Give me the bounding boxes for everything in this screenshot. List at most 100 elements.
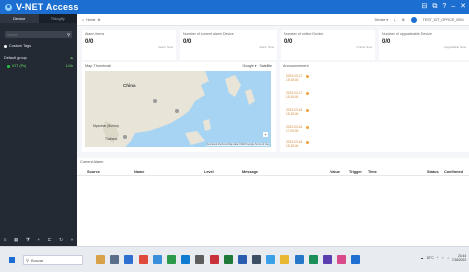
column-value[interactable]: Value [330,170,340,174]
user-name[interactable]: TEST_IOT_OFFICE_0001 [423,18,464,22]
restore-icon[interactable]: ⧉ [432,2,437,11]
clock[interactable]: 23:44 7/18/2023 [452,254,466,262]
stat-link[interactable]: Alarm Now [259,45,274,49]
announcement-dot-icon [306,141,309,144]
grid-icon[interactable]: ▦ [14,237,18,243]
column-level[interactable]: Level [204,170,214,174]
app-icon-app5[interactable] [209,255,219,264]
announcement-item[interactable]: 2023-03-17 15:18:00 [286,91,309,99]
home-icon[interactable]: ⌂ [82,18,84,22]
stat-online-device: Number of online Device 0/0 Online Now [281,30,375,60]
list-icon[interactable]: ≡ [4,237,7,243]
app-icon-app4[interactable] [195,255,205,264]
close-icon[interactable]: ✕ [460,2,466,11]
tab-device[interactable]: Device [0,14,39,23]
column-name[interactable]: Name [134,170,144,174]
link-icon[interactable]: ⊏ [48,237,52,243]
announcement-item[interactable]: 2023-03-17 15:18:00 [286,74,309,82]
filter-icon[interactable]: ⧩ [26,237,30,243]
app-icon-app7[interactable] [237,255,247,264]
map-satellite-toggle[interactable]: Satellite [260,64,272,68]
avatar[interactable] [410,16,417,23]
column-message[interactable]: Message [242,170,258,174]
column-time[interactable]: Time [368,170,377,174]
map-type-select[interactable]: Google ▾ [243,64,257,68]
stat-link[interactable]: Upgradable Now [444,45,466,49]
device-count: 1/4h [65,64,73,68]
alarm-table: Source Name Level Message Value Trigger … [77,168,469,176]
announcement-dot-icon [306,109,309,112]
layout-icon[interactable]: ⊟ [421,2,427,11]
app-icon-app11[interactable] [294,255,304,264]
windows-start-icon[interactable] [9,257,15,263]
device-menu[interactable]: Device ▾ [375,18,388,22]
device-search[interactable]: ⚲ [5,31,72,38]
app-icon-taskview[interactable] [110,255,120,264]
app-icon-app2[interactable] [166,255,176,264]
topbar-actions: Device ▾ ⤓ ⚙ TEST_IOT_OFFICE_0001 [375,16,464,23]
app-icon-chrome[interactable] [138,255,148,264]
app-icon-app6[interactable] [223,255,233,264]
announcement-item[interactable]: 2023-03-16 15:18:00 [286,140,309,148]
app-icon-app10[interactable] [280,255,290,264]
map-panel: Map Thumbnail China Myanmar (Burma) Thai… [82,62,276,152]
announcement-panel: Announcement 2023-03-17 15:18:00 2023-03… [280,62,469,152]
announcement-item[interactable]: 2023-03-16 15:18:00 [286,108,309,116]
minimize-icon[interactable]: – [451,2,455,11]
announcement-dot-icon [306,92,309,95]
help-icon[interactable]: ? [442,2,446,11]
app-icon-vnet[interactable] [351,255,361,264]
announcement-dot-icon [306,75,309,78]
taskbar-search[interactable]: ⚲ Buscar [23,255,83,265]
app-title: V-NET Access [16,2,79,12]
map-zoom-in-icon[interactable]: + [263,132,268,137]
sidebar-item-custom-tags[interactable]: Custom Tags [0,42,77,50]
app-icon-app12[interactable] [308,255,318,264]
stat-link[interactable]: Online Now [356,45,372,49]
chevron-down-icon[interactable]: ⏶ [70,56,73,60]
app-icon-app14[interactable] [337,255,347,264]
system-tray: ☁ 20°C ^ ⌔ ♪ 23:44 7/18/2023 [420,254,466,262]
map-label-myanmar: Myanmar (Burma) [93,124,119,128]
breadcrumb-home[interactable]: Home [86,18,95,22]
column-confirmed[interactable]: Confirmed [444,170,463,174]
stat-label: Number of current alarm Device [183,32,234,36]
column-trigger[interactable]: Trigger [349,170,362,174]
tag-icon [4,44,7,48]
sidebar-item-device[interactable]: IOT (Ps) 1/4h [0,62,77,70]
alarm-table-header: Source Name Level Message Value Trigger … [77,168,469,176]
tray-chevron-icon[interactable]: ^ [437,256,439,260]
tab-thingify[interactable]: Thingify [39,14,78,23]
sidebar-item-label: IOT (Ps) [12,64,27,68]
breadcrumb-add-icon[interactable]: ⊕ [97,18,100,22]
map-label-thailand: Thailand [105,137,118,141]
announcement-time: 15:18:00 [286,95,299,99]
app-icon-app8[interactable] [252,255,262,264]
announcement-item[interactable]: 2023-03-16 17:25:00 [286,125,309,133]
device-search-input[interactable] [7,32,68,37]
stat-alarm-items: Alarm Items 0/0 Alarm Now [82,30,176,60]
app-icon-app9[interactable] [266,255,276,264]
app-icon-edge[interactable] [124,255,134,264]
announcement-time: 15:18:00 [286,78,299,82]
volume-icon[interactable]: ♪ [447,256,449,260]
settings-icon[interactable]: ⚙ [402,18,405,22]
map-view[interactable]: China Myanmar (Burma) Thailand Keyboard … [85,71,271,147]
search-icon[interactable]: ⚲ [67,32,70,37]
download-icon[interactable]: ⤓ [394,18,396,22]
stat-link[interactable]: Alarm Now [158,45,173,49]
app-icon-app3[interactable] [181,255,191,264]
app-icon-app1[interactable] [152,255,162,264]
network-icon[interactable]: ⌔ [441,256,444,261]
search-icon: ⚲ [26,257,29,263]
column-status[interactable]: Status [427,170,439,174]
app-icon-app13[interactable] [323,255,332,264]
expand-icon[interactable]: » [71,237,74,243]
add-icon[interactable]: + [38,237,41,243]
column-source[interactable]: Source [87,170,100,174]
app-icon-widgets[interactable] [96,255,105,264]
weather-icon[interactable]: ☁ [420,256,423,260]
refresh-icon[interactable]: ↻ [59,237,63,243]
weather-text[interactable]: 20°C [427,256,434,260]
sidebar-item-default-group[interactable]: Default group ⏶ [0,54,77,62]
